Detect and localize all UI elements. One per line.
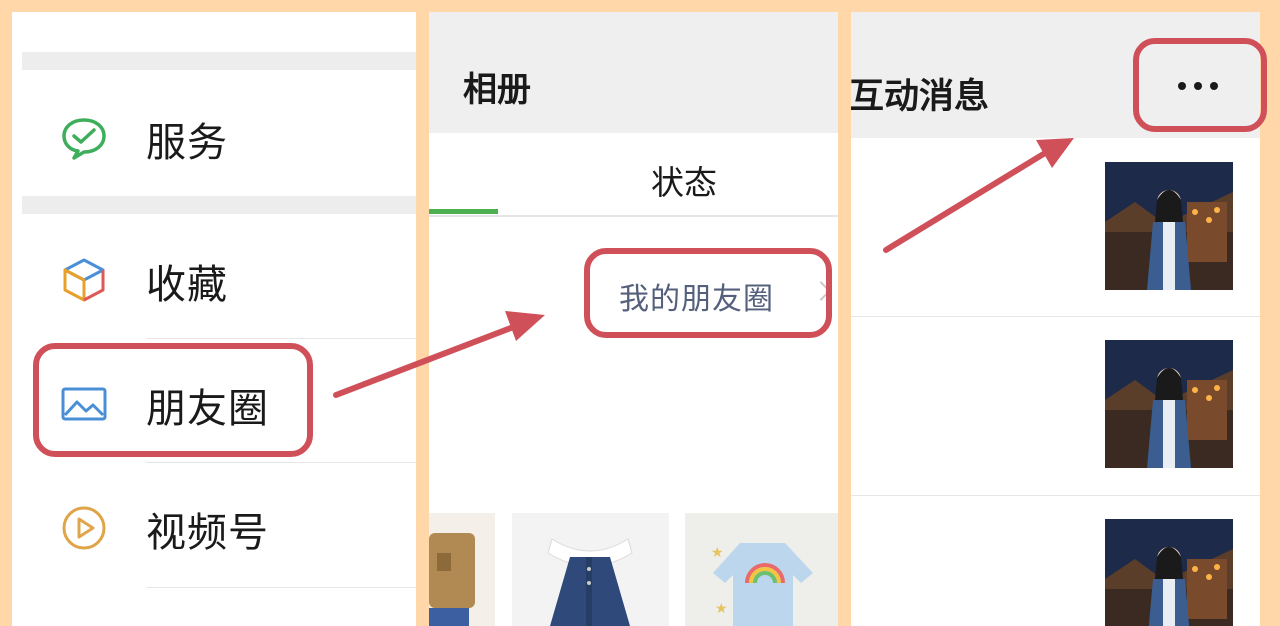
annotation-arrows <box>333 138 1074 398</box>
arrow-head-icon <box>505 311 545 341</box>
